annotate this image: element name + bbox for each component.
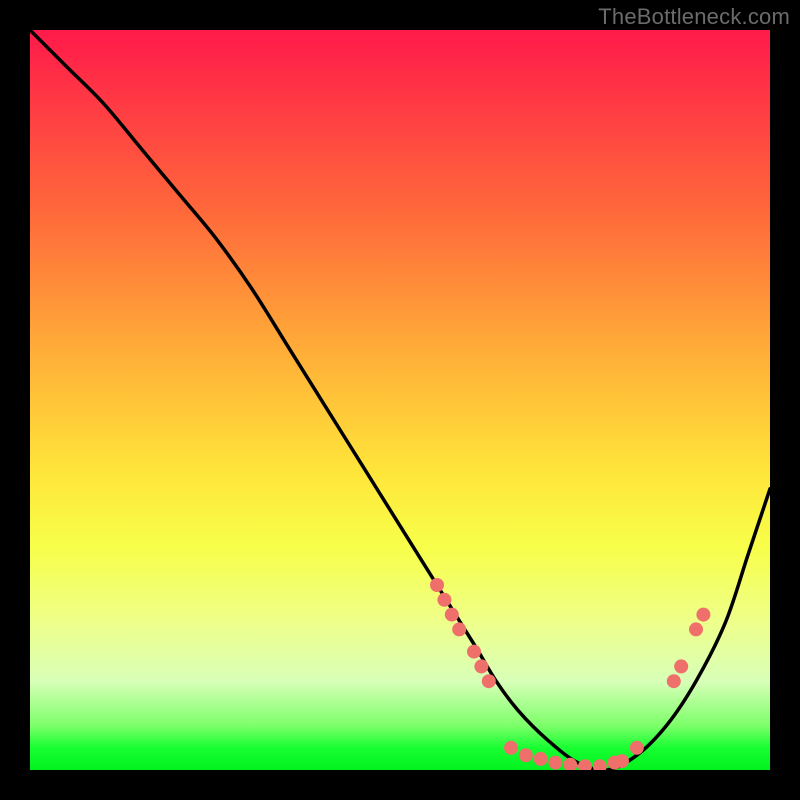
figure: TheBottleneck.com	[0, 0, 800, 800]
scatter-marker	[534, 752, 548, 766]
watermark-text: TheBottleneck.com	[598, 4, 790, 30]
scatter-marker	[630, 741, 644, 755]
scatter-marker	[430, 578, 444, 592]
scatter-markers-group	[430, 578, 710, 770]
scatter-marker	[548, 756, 562, 770]
scatter-marker	[482, 674, 496, 688]
scatter-marker	[689, 622, 703, 636]
scatter-marker	[615, 754, 629, 768]
scatter-marker	[437, 593, 451, 607]
bottleneck-curve-line	[30, 30, 770, 770]
scatter-marker	[452, 622, 466, 636]
scatter-marker	[519, 748, 533, 762]
scatter-marker	[445, 608, 459, 622]
scatter-marker	[474, 659, 488, 673]
scatter-marker	[593, 759, 607, 770]
curve-overlay	[30, 30, 770, 770]
scatter-marker	[667, 674, 681, 688]
scatter-marker	[578, 759, 592, 770]
scatter-marker	[696, 608, 710, 622]
scatter-marker	[504, 741, 518, 755]
scatter-marker	[674, 659, 688, 673]
scatter-marker	[467, 645, 481, 659]
